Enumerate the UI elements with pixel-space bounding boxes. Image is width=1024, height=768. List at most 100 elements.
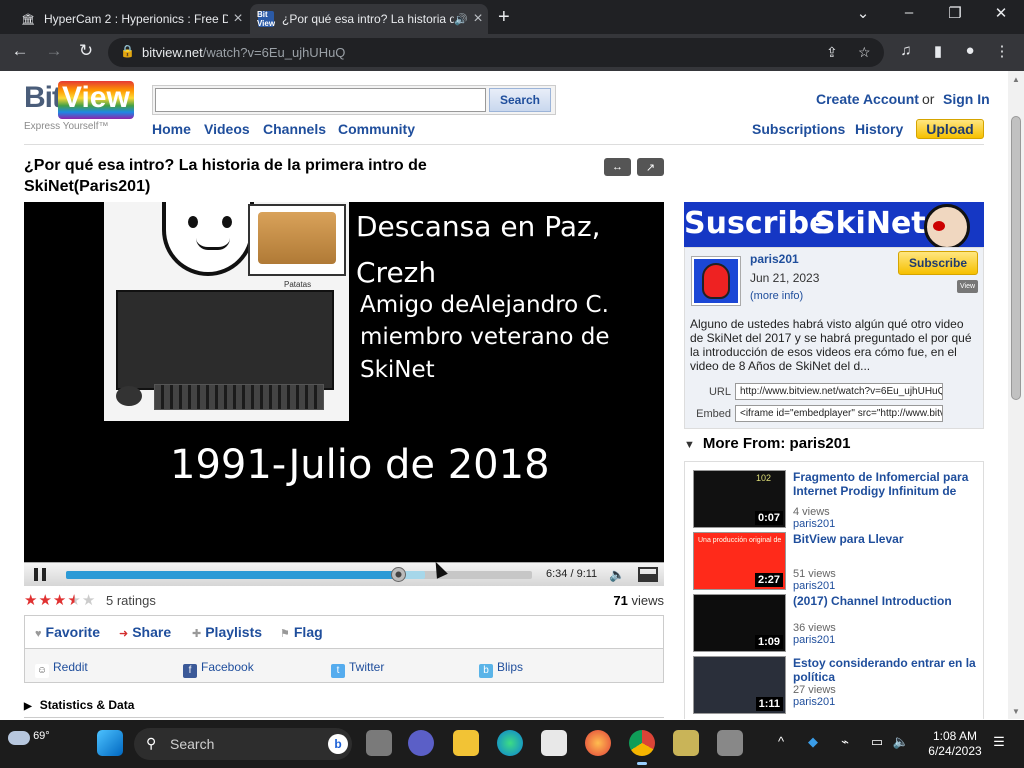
embed-field[interactable]: <iframe id="embedplayer" src="http://www…	[735, 405, 943, 422]
nav-home[interactable]: Home	[152, 121, 191, 137]
video-thumbnail[interactable]: 102 0:07	[693, 470, 786, 528]
star-icon[interactable]: ★	[53, 592, 67, 609]
close-tab-icon[interactable]: ×	[228, 10, 248, 28]
seek-handle[interactable]	[391, 567, 407, 582]
more-info-link[interactable]: (more info)	[750, 290, 803, 302]
related-user[interactable]: paris201	[793, 580, 835, 592]
share-twitter[interactable]: t Twitter	[331, 660, 384, 678]
related-title[interactable]: Fragmento de Infomercial para Internet P…	[793, 470, 981, 498]
search-button[interactable]: Search	[489, 88, 551, 112]
star-rating[interactable]: ★★★★★	[24, 591, 96, 609]
bing-icon[interactable]: b	[328, 734, 348, 754]
video-thumbnail[interactable]: 1:09	[693, 594, 786, 652]
firefox-icon[interactable]	[585, 730, 611, 756]
chrome-icon[interactable]	[629, 730, 655, 765]
channel-name-link[interactable]: paris201	[750, 252, 799, 266]
share-facebook[interactable]: f Facebook	[183, 660, 254, 678]
teams-icon[interactable]	[408, 730, 434, 756]
playlists-button[interactable]: ✚ Playlists	[192, 624, 262, 640]
video-player[interactable]: Patatas Descansa en Paz, Crezh Amigo deA…	[24, 202, 664, 586]
star-icon[interactable]: ★	[82, 592, 96, 609]
notification-icon[interactable]: ☰	[990, 734, 1008, 750]
lock-icon[interactable]: 🔒	[120, 44, 135, 58]
system-clock[interactable]: 1:08 AM 6/24/2023	[920, 729, 990, 759]
fullscreen-icon[interactable]	[638, 567, 658, 582]
scroll-down-icon[interactable]: ▼	[1012, 707, 1020, 716]
taskbar-search[interactable]: ⚲ Search b	[134, 728, 352, 760]
scroll-up-icon[interactable]: ▲	[1012, 75, 1020, 84]
search-input[interactable]	[155, 88, 486, 112]
channel-banner[interactable]: Suscribe SkiNet	[684, 202, 984, 247]
address-bar[interactable]: 🔒 bitview.net/watch?v=6Eu_ujhUHuQ ⇪ ☆	[108, 38, 884, 67]
statistics-toggle[interactable]: ▶ Statistics & Data	[24, 698, 134, 712]
related-user[interactable]: paris201	[793, 518, 835, 530]
forward-button[interactable]: →	[42, 41, 66, 61]
expand-player-icon[interactable]: ↔	[604, 158, 631, 176]
bookmark-star-icon[interactable]: ☆	[858, 44, 871, 61]
list-item[interactable]: 1:11 Estoy considerando entrar en la pol…	[693, 656, 983, 714]
side-panel-icon[interactable]: ▮	[928, 42, 948, 60]
more-from-heading[interactable]: ▼ More From: paris201	[684, 435, 850, 452]
nav-videos[interactable]: Videos	[204, 121, 250, 137]
related-title[interactable]: Estoy considerando entrar en la política	[793, 656, 981, 684]
related-title[interactable]: (2017) Channel Introduction	[793, 594, 981, 608]
profile-icon[interactable]: ●	[960, 42, 980, 59]
video-thumbnail[interactable]: 1:11	[693, 656, 786, 714]
weather-widget[interactable]: 69°	[8, 730, 50, 745]
nav-channels[interactable]: Channels	[263, 121, 326, 137]
url-text[interactable]: bitview.net/watch?v=6Eu_ujhUHuQ	[142, 45, 345, 60]
reload-button[interactable]: ↻	[74, 41, 98, 61]
tab-bitview[interactable]: Bit View ¿Por qué esa intro? La historia…	[250, 4, 488, 34]
volume-tray-icon[interactable]: 🔈	[892, 734, 910, 750]
display-icon[interactable]: ▭	[868, 734, 886, 750]
app-icon-bee[interactable]	[673, 730, 699, 756]
share-blips[interactable]: b Blips	[479, 660, 523, 678]
edge-icon[interactable]	[497, 730, 523, 756]
file-explorer-icon[interactable]	[453, 730, 479, 756]
new-tab-button[interactable]: +	[498, 6, 510, 29]
restore-button[interactable]: ❐	[932, 4, 978, 22]
close-tab-icon[interactable]: ×	[468, 10, 488, 28]
pause-icon[interactable]	[34, 568, 46, 581]
share-icon[interactable]: ⇪	[826, 44, 838, 61]
app-icon-media[interactable]	[717, 730, 743, 756]
related-title[interactable]: BitView para Llevar	[793, 532, 981, 546]
share-button[interactable]: ➜ Share	[119, 624, 171, 640]
star-icon[interactable]: ★	[38, 592, 52, 609]
history-link[interactable]: History	[855, 121, 903, 137]
defender-icon[interactable]: ◆	[804, 734, 822, 750]
back-button[interactable]: ←	[8, 41, 32, 61]
close-window-button[interactable]: ✕	[978, 4, 1024, 22]
nav-community[interactable]: Community	[338, 121, 415, 137]
related-user[interactable]: paris201	[793, 696, 835, 708]
tab-search-icon[interactable]: ⌄	[840, 4, 886, 22]
url-field[interactable]: http://www.bitview.net/watch?v=6Eu_ujhUH…	[735, 383, 943, 400]
list-item[interactable]: 102 0:07 Fragmento de Infomercial para In…	[693, 470, 983, 530]
menu-icon[interactable]: ⋮	[992, 42, 1012, 60]
subscriptions-link[interactable]: Subscriptions	[752, 121, 845, 137]
chevron-up-icon[interactable]: ^	[772, 734, 790, 749]
task-view-icon[interactable]	[366, 730, 392, 756]
scrollbar-thumb[interactable]	[1011, 116, 1021, 400]
list-item[interactable]: Una producción original de 2:27 BitView p…	[693, 532, 983, 592]
volume-icon[interactable]: 🔈	[609, 567, 625, 583]
list-item[interactable]: 1:09 (2017) Channel Introduction 36 view…	[693, 594, 983, 652]
tab-hypercam[interactable]: 🏛 HyperCam 2 : Hyperionics : Free Downlo…	[12, 4, 248, 34]
popout-icon[interactable]: ↗	[637, 158, 664, 176]
flag-button[interactable]: ⚑ Flag	[280, 624, 323, 640]
seek-bar[interactable]	[66, 567, 532, 582]
network-icon[interactable]: ⌁	[836, 734, 854, 750]
upload-button[interactable]: Upload	[916, 119, 984, 139]
speaker-icon[interactable]: 🔊	[454, 13, 468, 26]
related-user[interactable]: paris201	[793, 634, 835, 646]
sign-in-link[interactable]: Sign In	[943, 91, 990, 107]
video-thumbnail[interactable]: Una producción original de 2:27	[693, 532, 786, 590]
share-reddit[interactable]: ☺ Reddit	[35, 660, 88, 678]
store-icon[interactable]	[541, 730, 567, 756]
avatar[interactable]	[691, 256, 741, 306]
star-icon[interactable]: ★	[24, 592, 38, 609]
minimize-button[interactable]: –	[886, 4, 932, 21]
create-account-link[interactable]: Create Account	[816, 91, 919, 107]
media-control-icon[interactable]: ♫	[896, 42, 916, 59]
favorite-button[interactable]: ♥ Favorite	[35, 624, 100, 640]
